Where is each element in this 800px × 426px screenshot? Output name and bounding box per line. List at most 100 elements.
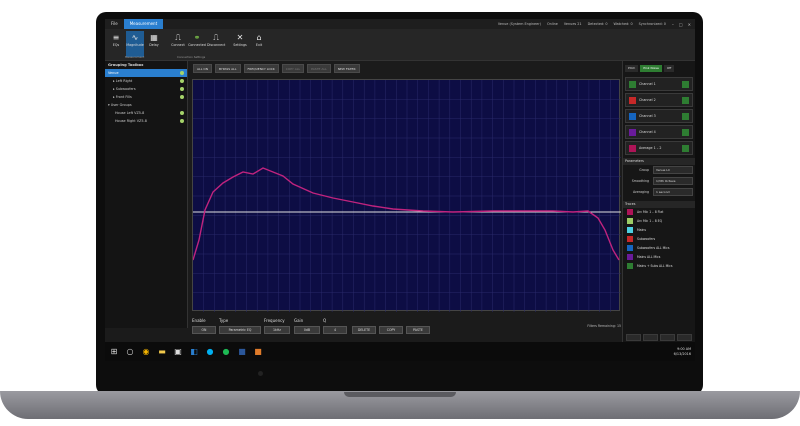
app-icon[interactable]: ▣ <box>171 345 185 359</box>
parameter-select[interactable]: Venue LC <box>653 166 693 174</box>
tab-file[interactable]: File <box>105 19 124 29</box>
group-row-house-left[interactable]: House Left VZ5-8 <box>105 109 187 117</box>
group-row-front-fills[interactable]: ▸ Front Fills <box>105 93 187 101</box>
group-row-house-right[interactable]: House Right VZ5-8 <box>105 117 187 125</box>
play-icon[interactable] <box>682 129 689 136</box>
group-row-left-right[interactable]: ▸ Left Right <box>105 77 187 85</box>
parameter-key: Averaging <box>632 190 649 194</box>
frequency-lock-button[interactable]: FREQUENCY LOCK <box>243 64 279 73</box>
chrome-icon[interactable]: ◉ <box>139 345 153 359</box>
right-footer <box>623 334 695 341</box>
channel-row[interactable]: Average 1 – 2 <box>625 141 693 155</box>
trace-row[interactable]: Mains + Subs ALL Mics <box>623 262 695 271</box>
channel-row[interactable]: Channel 3 <box>625 109 693 123</box>
disconnect-button[interactable]: ⎍ Disconnect <box>207 31 225 57</box>
folder-icon[interactable]: ▬ <box>155 345 169 359</box>
footer-button[interactable] <box>660 334 675 341</box>
gain-field[interactable]: 0dB <box>294 326 320 334</box>
channel-row[interactable]: Channel 1 <box>625 77 693 91</box>
group-row-subwoofers[interactable]: ▸ Subwoofers <box>105 85 187 93</box>
status-dot <box>180 95 184 99</box>
settings-button[interactable]: ✕ Settings <box>231 31 249 57</box>
paste-all-button[interactable]: PASTE ALL <box>307 64 331 73</box>
trace-name: Mains + Subs ALL Mics <box>637 264 673 268</box>
play-icon[interactable] <box>682 81 689 88</box>
tab-measurement[interactable]: Measurement <box>123 19 164 29</box>
delay-icon: ▦ <box>150 33 158 42</box>
channel-row[interactable]: Channel 4 <box>625 125 693 139</box>
play-icon[interactable] <box>682 145 689 152</box>
q-field[interactable]: 4 <box>323 326 347 334</box>
channel-name: Channel 4 <box>639 130 656 134</box>
status-venues: Venues 21 <box>563 22 582 26</box>
play-icon[interactable] <box>682 113 689 120</box>
trace-row[interactable]: Subwoofers ALL Mics <box>623 244 695 253</box>
channel-swatch <box>629 145 636 152</box>
close-icon[interactable]: ✕ <box>688 22 691 27</box>
connected-button[interactable]: ⚭ Connected <box>188 31 206 57</box>
off-button[interactable]: Off <box>663 64 675 72</box>
magnitude-label: Magnitude <box>126 43 144 47</box>
trace-row[interactable]: Arc Mic 1 – 8 EQ <box>623 217 695 226</box>
channel-name: Channel 2 <box>639 98 656 102</box>
minimize-icon[interactable]: – <box>672 22 674 27</box>
group-connection: Connection Settings <box>177 55 206 59</box>
parameter-select[interactable]: 1/3th Octave <box>653 177 693 185</box>
footer-button[interactable] <box>677 334 692 341</box>
pink-noise-button[interactable]: Pink Noise <box>640 64 662 72</box>
maximize-icon[interactable]: □ <box>679 22 683 27</box>
traces-header: Traces <box>623 201 695 208</box>
venue-icon[interactable]: ■ <box>251 345 265 359</box>
app-screen: File Measurement Venue (System Engineer)… <box>105 19 695 361</box>
play-icon[interactable] <box>682 97 689 104</box>
delete-button[interactable]: DELETE <box>352 326 376 334</box>
exit-button[interactable]: ⌂ Exit <box>250 31 268 57</box>
enable-toggle[interactable]: ON <box>192 326 216 334</box>
footer-button[interactable] <box>626 334 641 341</box>
channel-row[interactable]: Channel 2 <box>625 93 693 107</box>
copy-button[interactable]: COPY <box>379 326 403 334</box>
plot-svg <box>193 80 621 312</box>
eqs-label: EQs <box>112 43 120 47</box>
parameter-select[interactable]: 1 second <box>653 188 693 196</box>
word-icon[interactable]: ■ <box>235 345 249 359</box>
group-label: House Right VZ5-8 <box>115 119 147 123</box>
bypass-all-button[interactable]: BYPASS ALL <box>214 64 241 73</box>
trace-name: Arc Mic 1 – 8 EQ <box>637 219 663 223</box>
type-label: Type <box>219 318 229 323</box>
outlook-icon[interactable]: ◧ <box>187 345 201 359</box>
trace-swatch <box>627 227 633 233</box>
trace-name: Arc Mic 1 – 8 Flat <box>637 210 664 214</box>
delay-button[interactable]: ▦ Delay <box>145 31 163 57</box>
spotify-icon[interactable]: ● <box>219 345 233 359</box>
group-row-user-groups[interactable]: ▾ User Groups <box>105 101 187 109</box>
eqs-button[interactable]: ≡ EQs <box>107 31 125 57</box>
paste-button[interactable]: PASTE <box>406 326 430 334</box>
magnitude-plot[interactable] <box>192 79 621 312</box>
trace-row[interactable]: Mains <box>623 226 695 235</box>
footer-button[interactable] <box>643 334 658 341</box>
filter-type-select[interactable]: Parametric EQ <box>219 326 261 334</box>
panel-title: Grouping Toolbox <box>108 63 144 67</box>
trace-row[interactable]: Arc Mic 1 – 8 Flat <box>623 208 695 217</box>
all-on-button[interactable]: ALL ON <box>193 64 212 73</box>
trace-row[interactable]: Mains ALL Mics <box>623 253 695 262</box>
frequency-field[interactable]: 1kHz <box>264 326 290 334</box>
connect-button[interactable]: ⎍ Connect <box>169 31 187 57</box>
group-row-venue[interactable]: Venue <box>105 69 187 77</box>
clock[interactable]: 9:00 AM 6/13/2016 <box>674 347 695 357</box>
skype-icon[interactable]: ● <box>203 345 217 359</box>
settings-label: Settings <box>233 43 247 47</box>
group-measurement: Measurement <box>125 55 145 59</box>
magnitude-button[interactable]: ∿ Magnitude <box>126 31 144 57</box>
search-icon[interactable]: ○ <box>123 345 137 359</box>
trace-swatch <box>627 254 633 260</box>
clock-time: 9:00 AM <box>677 346 691 351</box>
pitch-button[interactable]: Pitch <box>625 64 639 72</box>
parameter-row: Group Venue LC <box>623 165 695 176</box>
windows-icon[interactable]: ⊞ <box>107 345 121 359</box>
trace-row[interactable]: Subwoofers <box>623 235 695 244</box>
trace-swatch <box>627 245 633 251</box>
copy-all-button[interactable]: COPY ALL <box>281 64 305 73</box>
new-filter-button[interactable]: NEW FILTER <box>333 64 360 73</box>
